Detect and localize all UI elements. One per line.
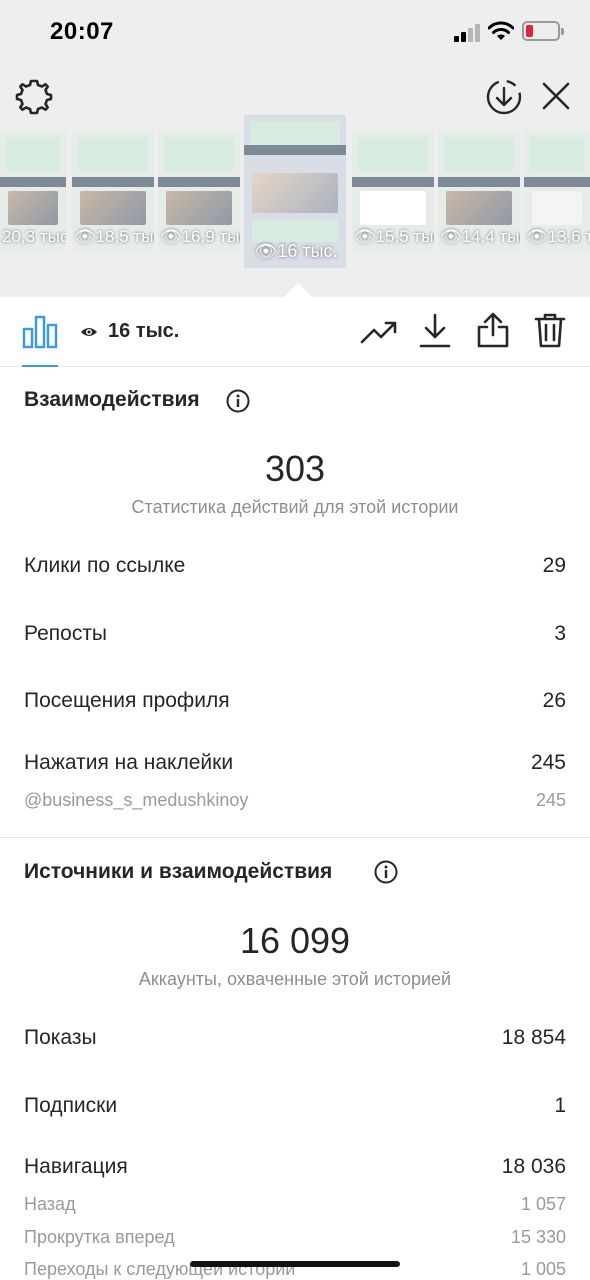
nav-back-label: Назад — [24, 1194, 76, 1214]
trash-icon[interactable] — [533, 311, 567, 349]
section-divider — [0, 837, 590, 838]
navigation-label: Навигация — [24, 1155, 128, 1178]
insights-toolbar: 16 тыс. — [0, 297, 590, 367]
active-story-pointer — [284, 283, 312, 297]
story-thumbnail[interactable]: 20,3 тыс. — [0, 131, 66, 251]
close-icon[interactable] — [540, 80, 572, 112]
eye-icon — [81, 328, 97, 336]
battery-icon — [522, 21, 564, 41]
story-thumbnail[interactable]: 👁14,4 тыс. — [438, 131, 520, 251]
thumbnail-views: 20,3 тыс. — [2, 227, 66, 246]
sticker-mention-label[interactable]: @business_s_medushkinoy — [24, 790, 248, 811]
save-story-icon[interactable] — [485, 78, 523, 116]
eye-icon: 👁 — [440, 227, 462, 246]
eye-icon: 👁 — [160, 227, 182, 246]
thumbnail-views: 👁15,5 тыс. — [354, 227, 434, 246]
discovery-title: Источники и взаимодействия — [24, 860, 333, 883]
signal-icon — [454, 22, 482, 42]
link-clicks-label: Клики по ссылке — [24, 554, 186, 577]
status-time: 20:07 — [50, 18, 114, 45]
story-thumbnails-strip[interactable]: 20,3 тыс. 👁18,5 тыс. 👁16,9 тыс. 👁16 тыс.… — [0, 115, 590, 275]
reposts-label: Репосты — [24, 622, 108, 645]
follows-label: Подписки — [24, 1094, 118, 1117]
nav-forward-value: 15 330 — [510, 1227, 566, 1247]
eye-icon: 👁 — [254, 241, 278, 261]
nav-back-value: 1 057 — [520, 1194, 566, 1214]
info-icon[interactable] — [226, 389, 250, 413]
story-thumbnail-active[interactable]: 👁16 тыс. — [244, 115, 346, 268]
interactions-caption: Статистика действий для этой истории — [131, 497, 459, 517]
views-total: 16 тыс. — [108, 320, 180, 342]
eye-icon: 👁 — [74, 227, 96, 246]
story-thumbnail[interactable]: 👁13,6 тыс. — [524, 131, 590, 251]
wifi-icon — [488, 21, 514, 40]
trending-icon[interactable] — [360, 319, 398, 345]
eye-icon: 👁 — [526, 227, 548, 246]
story-preview-header: 20:07 20,3 тыс. 👁18,5 тыс. — [0, 0, 590, 297]
thumbnail-views: 👁16 тыс. — [254, 241, 338, 261]
link-clicks-value: 29 — [542, 554, 566, 577]
impressions-value: 18 854 — [501, 1026, 566, 1049]
follows-value: 1 — [554, 1094, 566, 1117]
sticker-taps-label: Нажатия на наклейки — [24, 751, 234, 774]
reposts-value: 3 — [554, 622, 566, 645]
nav-next-story-value: 1 005 — [520, 1259, 566, 1279]
story-thumbnail[interactable]: 👁16,9 тыс. — [158, 131, 240, 251]
interactions-total: 303 — [264, 448, 326, 489]
navigation-value: 18 036 — [501, 1155, 566, 1178]
reach-caption: Аккаунты, охваченные этой историей — [138, 969, 452, 989]
story-thumbnail[interactable]: 👁15,5 тыс. — [352, 131, 434, 251]
profile-visits-value: 26 — [542, 689, 566, 712]
sticker-taps-value: 245 — [530, 751, 566, 774]
thumbnail-views: 👁18,5 тыс. — [74, 227, 154, 246]
reach-total: 16 099 — [239, 920, 351, 961]
sticker-mention-value: 245 — [535, 790, 566, 810]
active-tab-underline — [22, 365, 58, 367]
story-thumbnail[interactable]: 👁18,5 тыс. — [72, 131, 154, 251]
settings-gear-icon[interactable] — [15, 78, 53, 116]
thumbnail-views: 👁14,4 тыс. — [440, 227, 520, 246]
eye-icon: 👁 — [354, 227, 376, 246]
status-bar: 20:07 — [0, 0, 590, 64]
insights-chart-icon[interactable] — [22, 315, 58, 349]
profile-visits-label: Посещения профиля — [24, 689, 230, 712]
nav-forward-label: Прокрутка вперед — [24, 1227, 175, 1247]
thumbnail-views: 👁16,9 тыс. — [160, 227, 240, 246]
download-icon[interactable] — [418, 313, 452, 349]
home-indicator[interactable] — [190, 1261, 400, 1267]
share-icon[interactable] — [476, 311, 510, 349]
thumbnail-views: 👁13,6 тыс. — [526, 227, 590, 246]
info-icon[interactable] — [374, 860, 398, 884]
impressions-label: Показы — [24, 1026, 97, 1049]
interactions-title: Взаимодействия — [24, 388, 200, 411]
